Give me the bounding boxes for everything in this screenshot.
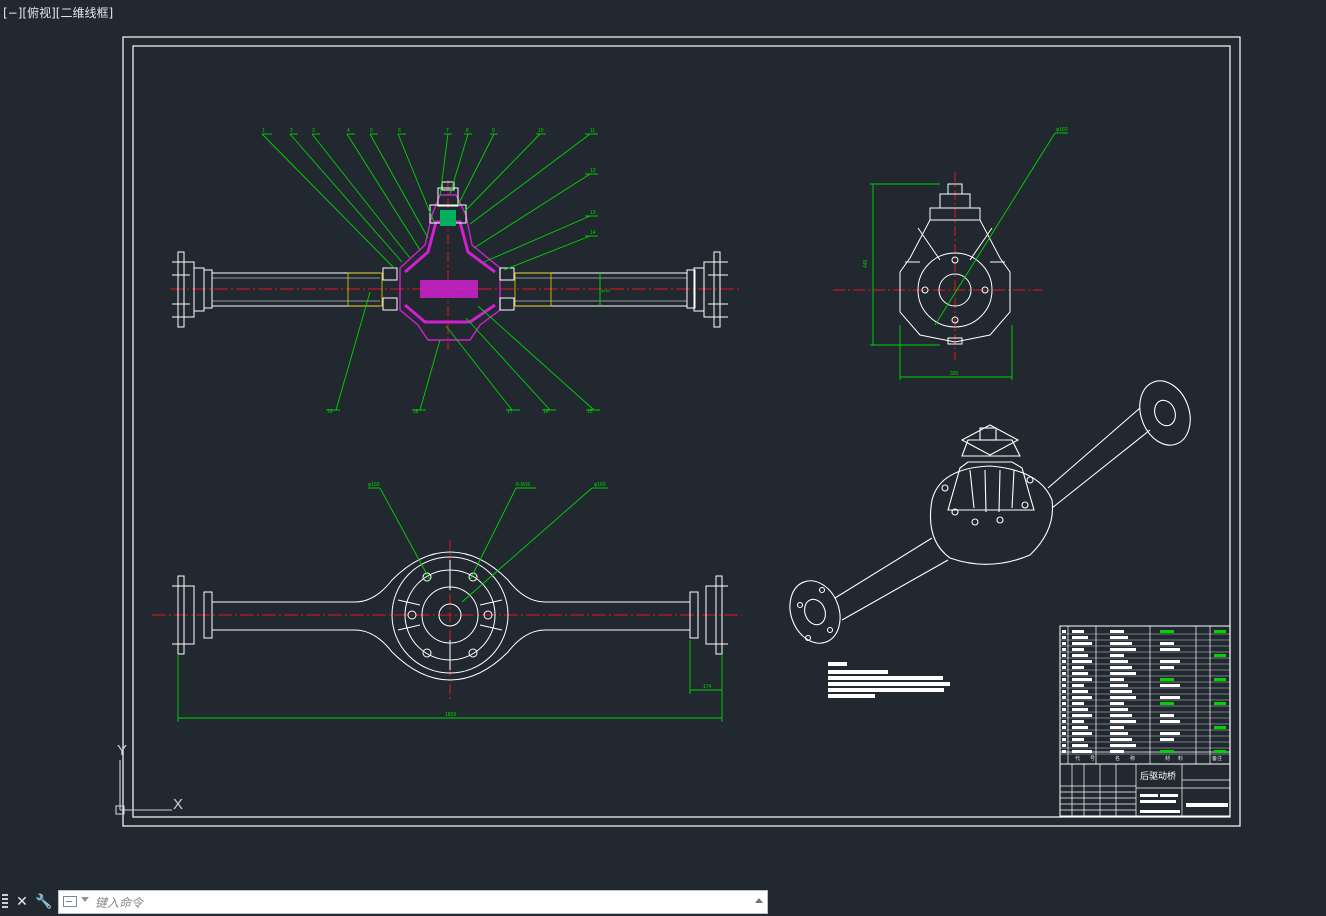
command-line-bar: ✕ 🔧: [0, 888, 770, 916]
plan-callout-3: φ160: [594, 482, 606, 488]
ucs-x-label: X: [173, 796, 183, 813]
bom-headers: 代 号 名 称 材 料 备注: [1075, 755, 1222, 762]
svg-text:料: 料: [1178, 755, 1183, 762]
section-view: [170, 180, 740, 350]
part-leaders-bottom: [326, 291, 600, 411]
plan-view: [152, 540, 742, 700]
chevron-down-icon[interactable]: [81, 897, 89, 902]
svg-text:2: 2: [290, 128, 293, 134]
svg-text:称: 称: [1130, 755, 1135, 762]
svg-text:名: 名: [1115, 755, 1120, 762]
ucs-icon: [115, 760, 172, 815]
svg-text:6: 6: [398, 128, 401, 134]
drawing-outer-frame: [122, 36, 1241, 827]
command-input-wrapper[interactable]: [58, 890, 768, 914]
svg-text:13: 13: [590, 210, 596, 216]
svg-text:17: 17: [507, 409, 513, 415]
technical-notes: [828, 662, 950, 698]
svg-text:9: 9: [492, 128, 495, 134]
ucs-y-label: Y: [117, 742, 127, 759]
dim-tube-label: φ100: [601, 288, 611, 293]
svg-text:16: 16: [543, 409, 549, 415]
svg-text:代: 代: [1075, 755, 1080, 762]
svg-text:3: 3: [312, 128, 315, 134]
svg-text:11: 11: [590, 128, 595, 134]
bom-rows: [1060, 630, 1230, 755]
drawing-canvas[interactable]: φ100 1 2 3 4 5 6 7 8 9 10 11 12 13 14 19…: [0, 0, 1326, 886]
dim-height-label: 445: [863, 259, 869, 268]
side-view-dims: [870, 132, 1068, 380]
close-icon[interactable]: ✕: [12, 891, 32, 913]
svg-text:12: 12: [590, 168, 596, 174]
svg-text:4: 4: [347, 128, 350, 134]
drawing-title: 后驱动桥: [1140, 770, 1176, 781]
svg-text:号: 号: [1090, 756, 1095, 762]
svg-text:18: 18: [413, 409, 419, 415]
svg-text:备注: 备注: [1212, 755, 1222, 762]
dim-overall-label: 1839: [445, 712, 456, 718]
wrench-icon[interactable]: 🔧: [34, 891, 54, 913]
drag-handle-icon[interactable]: [2, 894, 8, 910]
svg-text:5: 5: [370, 128, 373, 134]
dim-offset-label: 174: [703, 684, 712, 690]
drawing-inner-frame: [132, 45, 1231, 818]
chevron-up-icon[interactable]: [755, 898, 763, 903]
svg-text:材: 材: [1165, 755, 1170, 762]
svg-text:10: 10: [538, 128, 544, 134]
command-input[interactable]: [93, 893, 737, 913]
isometric-view: [789, 380, 1191, 644]
plan-callout-1: φ150: [368, 482, 380, 488]
dim-width-label: 320: [950, 371, 959, 377]
svg-text:15: 15: [587, 409, 593, 415]
plan-callout-2: 8-M16: [516, 482, 530, 488]
side-callout-label: φ160: [1056, 127, 1068, 133]
svg-text:14: 14: [590, 230, 596, 236]
svg-text:1: 1: [262, 128, 265, 134]
part-numbers-top: 1 2 3 4 5 6 7 8 9 10 11 12 13 14: [262, 128, 596, 236]
title-block-drawing-number: [1186, 803, 1228, 807]
command-prompt-icon[interactable]: [63, 896, 77, 907]
svg-text:8: 8: [466, 128, 469, 134]
svg-text:7: 7: [446, 128, 449, 134]
svg-text:19: 19: [327, 409, 333, 415]
